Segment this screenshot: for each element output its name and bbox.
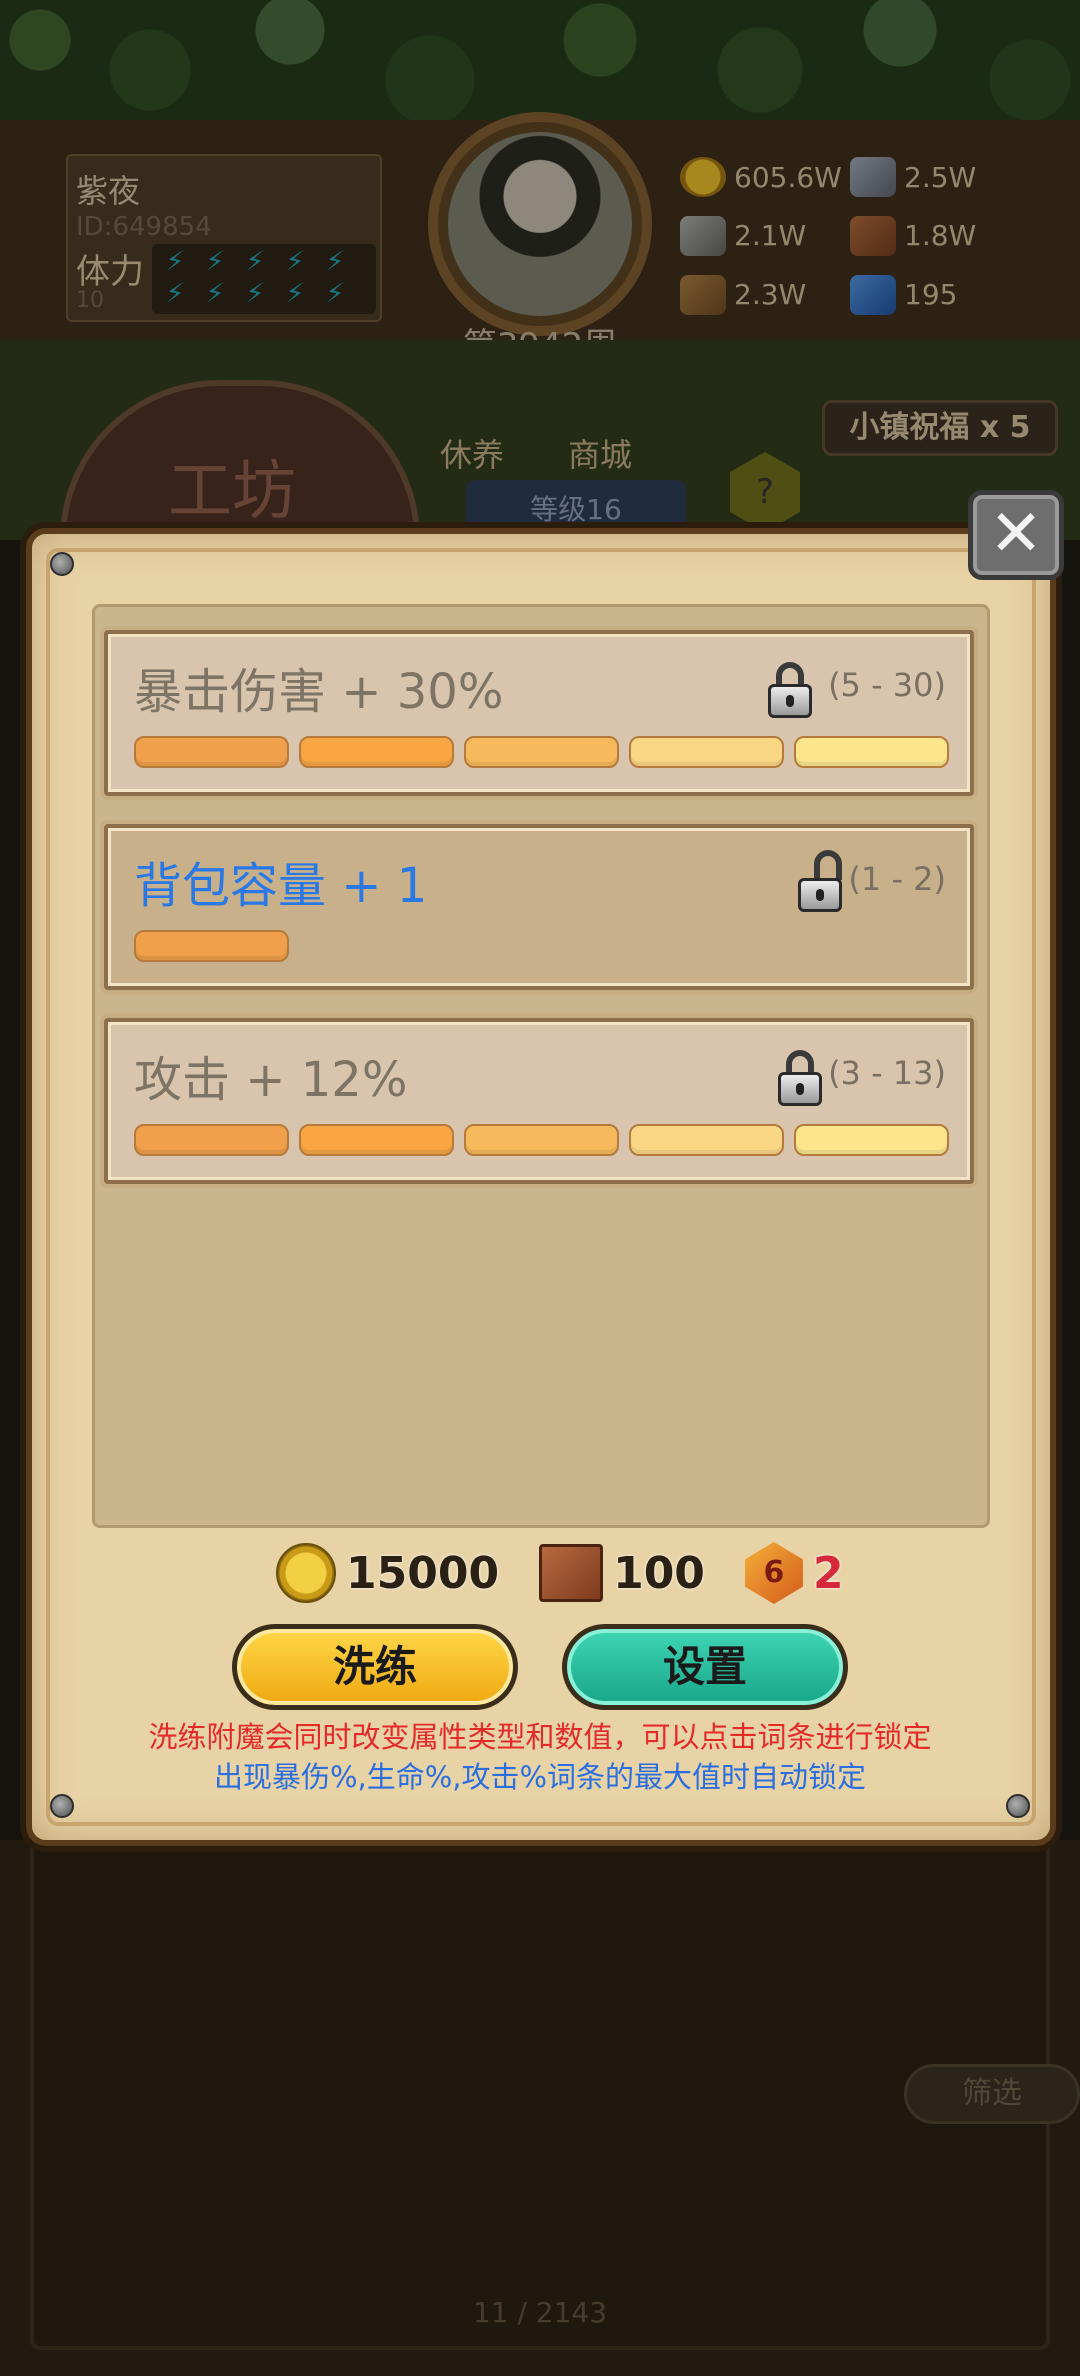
- affix-row[interactable]: 背包容量 + 1 (1 - 2): [104, 824, 974, 990]
- level-segment: [464, 736, 619, 768]
- close-button[interactable]: ✕: [968, 490, 1064, 580]
- affix-row[interactable]: 攻击 + 12% (3 - 13): [104, 1018, 974, 1184]
- hide-cost: 100: [613, 1547, 705, 1599]
- gem-cost: 2: [812, 1547, 844, 1599]
- level-segment: [629, 1124, 784, 1156]
- unlocked-lock-icon[interactable]: [798, 850, 842, 912]
- affix-range: (1 - 2): [848, 860, 946, 898]
- hide-icon: [539, 1544, 604, 1602]
- settings-button[interactable]: 设置: [562, 1624, 848, 1710]
- affix-title: 背包容量 + 1: [134, 858, 428, 914]
- rivet-icon: [50, 552, 74, 576]
- level-segment: [299, 1124, 454, 1156]
- level-segment: [134, 930, 289, 962]
- level-segment: [134, 1124, 289, 1156]
- level-segment: [794, 1124, 949, 1156]
- level-segment: [134, 736, 289, 768]
- lock-icon[interactable]: [778, 1050, 822, 1106]
- affix-row[interactable]: 暴击伤害 + 30% (5 - 30): [104, 630, 974, 796]
- level-segment: [299, 736, 454, 768]
- refine-button[interactable]: 洗练: [232, 1624, 518, 1710]
- auto-lock-hint: 出现暴伤%,生命%,攻击%词条的最大值时自动锁定: [213, 1760, 867, 1794]
- affix-level-bar: [134, 1124, 949, 1156]
- gold-cost: 15000: [346, 1547, 500, 1599]
- affix-range: (5 - 30): [828, 666, 946, 704]
- affix-range: (3 - 13): [828, 1054, 946, 1092]
- lock-icon[interactable]: [768, 662, 812, 718]
- affix-title: 攻击 + 12%: [134, 1052, 408, 1108]
- affix-level-bar: [134, 736, 949, 768]
- rivet-icon: [50, 1794, 74, 1818]
- refine-hint: 洗练附魔会同时改变属性类型和数值，可以点击词条进行锁定: [148, 1720, 932, 1754]
- refine-cost-row: 15000 100 6 2: [276, 1538, 844, 1608]
- rivet-icon: [1006, 1794, 1030, 1818]
- level-segment: [629, 736, 784, 768]
- affix-level-bar: [134, 930, 289, 962]
- gem-icon: 6: [744, 1542, 803, 1604]
- gold-coin-icon: [276, 1543, 336, 1603]
- affix-title: 暴击伤害 + 30%: [134, 664, 504, 720]
- level-segment: [794, 736, 949, 768]
- level-segment: [464, 1124, 619, 1156]
